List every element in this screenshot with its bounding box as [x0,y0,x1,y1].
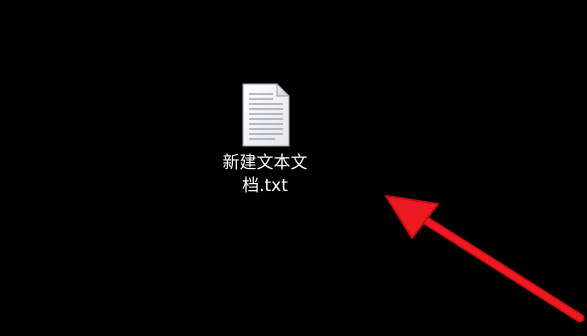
desktop-file-item[interactable]: 新建文本文档.txt [205,82,325,204]
text-document-icon[interactable] [239,82,291,148]
file-name-label[interactable]: 新建文本文档.txt [220,152,310,198]
